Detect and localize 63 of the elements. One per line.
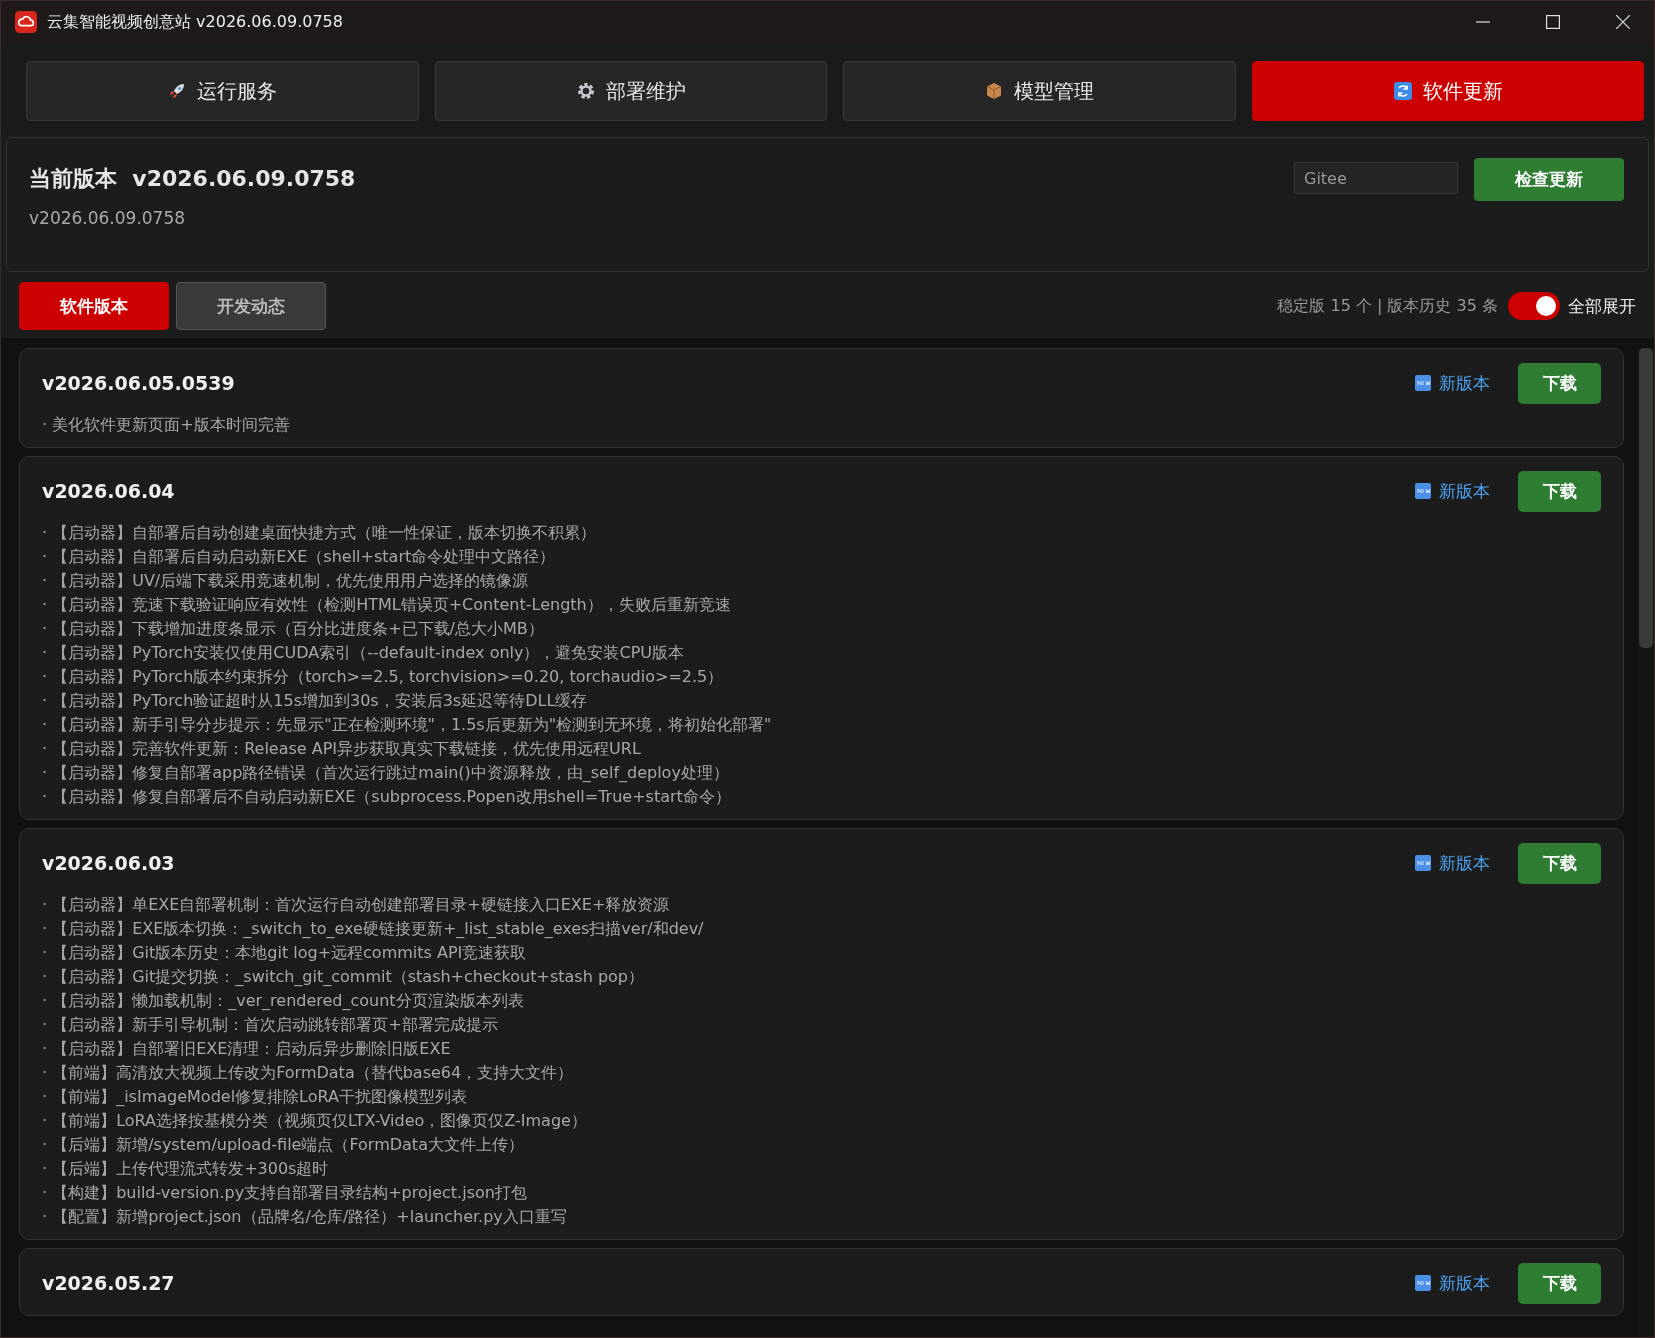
new-badge-icon: [1415, 855, 1431, 871]
changelog-item: · 【前端】_isImageModel修复排除LoRA干扰图像模型列表: [42, 1086, 468, 1108]
changelog-item: · 【启动器】UV/后端下载采用竞速机制，优先使用用户选择的镜像源: [42, 570, 530, 592]
changelog-item: · 【启动器】新手引导机制：首次启动跳转部署页+部署完成提示: [42, 1014, 499, 1036]
gear-icon: [575, 81, 596, 101]
changelog-item: · 【配置】新增project.json（品牌名/仓库/路径）+launcher.py入口重写: [42, 1206, 568, 1228]
changelog-item: · 【启动器】修复自部署后不自动启动新EXE（subprocess.Popen改用shell=True+start命令）: [42, 786, 732, 808]
download-button[interactable]: 下载: [1518, 1262, 1601, 1304]
version-number: v2026.06.03: [42, 852, 175, 874]
changelog-item: · 【启动器】新手引导分步提示：先显示"正在检测环境"，1.5s后更新为"检测到无环境，将初始化部署": [42, 714, 773, 736]
changelog-item: · 【启动器】自部署后自动启动新EXE（shell+start命令处理中文路径）: [42, 546, 557, 568]
changelog-item: · 【启动器】懒加载机制：_ver_rendered_count分页渲染版本列表: [42, 990, 525, 1012]
new-version-label: 新版本: [1439, 371, 1490, 395]
changelog-item: · 【启动器】Git提交切换：_switch_git_commit（stash+checkout+stash pop）: [42, 966, 645, 988]
source-field[interactable]: Gitee: [1294, 162, 1458, 194]
current-version-heading: 当前版本 v2026.06.09.0758: [29, 165, 356, 193]
window-title: 云集智能视频创意站 v2026.06.09.0758: [47, 11, 343, 33]
nav-tab[interactable]: 部署维护: [434, 61, 827, 121]
changelog-item: · 【前端】高清放大视频上传改为FormData（替代base64，支持大文件）: [42, 1062, 575, 1084]
nav-tab[interactable]: 软件更新: [1251, 61, 1644, 121]
download-button[interactable]: 下载: [1518, 362, 1601, 404]
changelog-item: · 美化软件更新页面+版本时间完善: [42, 414, 291, 436]
new-badge-icon: [1415, 483, 1431, 499]
close-icon[interactable]: [1616, 15, 1630, 29]
section-tab[interactable]: 软件版本: [19, 282, 169, 330]
maximize-icon[interactable]: [1546, 15, 1560, 29]
changelog-item: · 【启动器】PyTorch验证超时从15s增加到30s，安装后3s延迟等待DLL缓存: [42, 690, 589, 712]
version-summary: 稳定版 15 个 | 版本历史 35 条: [1277, 295, 1498, 317]
current-version-text: v2026.06.09.0758: [29, 208, 187, 228]
expand-all-label: 全部展开: [1568, 294, 1636, 318]
changelog-item: · 【后端】新增/system/upload-file端点（FormData大文件上传）: [42, 1134, 525, 1156]
nav-tab[interactable]: 运行服务: [26, 61, 419, 121]
new-badge-icon: [1415, 1275, 1431, 1291]
changelog-item: · 【启动器】修复自部署app路径错误（首次运行跳过main()中资源释放，由_self_deploy处理）: [42, 762, 730, 784]
cloud-logo-icon: [15, 11, 37, 33]
nav-tab[interactable]: 模型管理: [843, 61, 1236, 121]
section-tab[interactable]: 开发动态: [176, 282, 326, 330]
changelog-item: · 【启动器】EXE版本切换：_switch_to_exe硬链接更新+_list_stable_exes扫描ver/和dev/: [42, 918, 705, 940]
new-version-label: 新版本: [1439, 1271, 1490, 1295]
changelog-item: · 【启动器】完善软件更新：Release API异步获取真实下载链接，优先使用远程URL: [42, 738, 642, 760]
changelog-item: · 【前端】LoRA选择按基模分类（视频页仅LTX-Video，图像页仅Z-Image）: [42, 1110, 588, 1132]
changelog-item: · 【启动器】自部署旧EXE清理：启动后异步删除旧版EXE: [42, 1038, 452, 1060]
version-number: v2026.05.27: [42, 1272, 175, 1294]
expand-all-toggle[interactable]: [1508, 292, 1560, 320]
check-update-button[interactable]: 检查更新: [1474, 158, 1624, 201]
refresh-icon: [1392, 81, 1413, 101]
download-button[interactable]: 下载: [1518, 470, 1601, 512]
new-badge-icon: [1415, 375, 1431, 391]
changelog-item: · 【后端】上传代理流式转发+300s超时: [42, 1158, 330, 1180]
version-number: v2026.06.05.0539: [42, 372, 235, 394]
changelog-item: · 【启动器】竞速下载验证响应有效性（检测HTML错误页+Content-Length），失败后重新竞速: [42, 594, 732, 616]
changelog-item: · 【启动器】下载增加进度条显示（百分比进度条+已下载/总大小MB）: [42, 618, 545, 640]
new-version-label: 新版本: [1439, 851, 1490, 875]
changelog-item: · 【启动器】Git版本历史：本地git log+远程commits API竞速获取: [42, 942, 528, 964]
version-number: v2026.06.04: [42, 480, 175, 502]
changelog-item: · 【构建】build-version.py支持自部署目录结构+project.json打包: [42, 1182, 528, 1204]
changelog-item: · 【启动器】自部署后自动创建桌面快捷方式（唯一性保证，版本切换不积累）: [42, 522, 598, 544]
scrollbar-thumb[interactable]: [1639, 348, 1653, 648]
changelog-item: · 【启动器】PyTorch安装仅使用CUDA索引（--default-index only），避免安装CPU版本: [42, 642, 685, 664]
changelog-item: · 【启动器】单EXE自部署机制：首次运行自动创建部署目录+硬链接入口EXE+释放资源: [42, 894, 671, 916]
download-button[interactable]: 下载: [1518, 842, 1601, 884]
new-version-label: 新版本: [1439, 479, 1490, 503]
changelog-item: · 【启动器】PyTorch版本约束拆分（torch>=2.5, torchvision>=0.20, torchaudio>=2.5）: [42, 666, 725, 688]
